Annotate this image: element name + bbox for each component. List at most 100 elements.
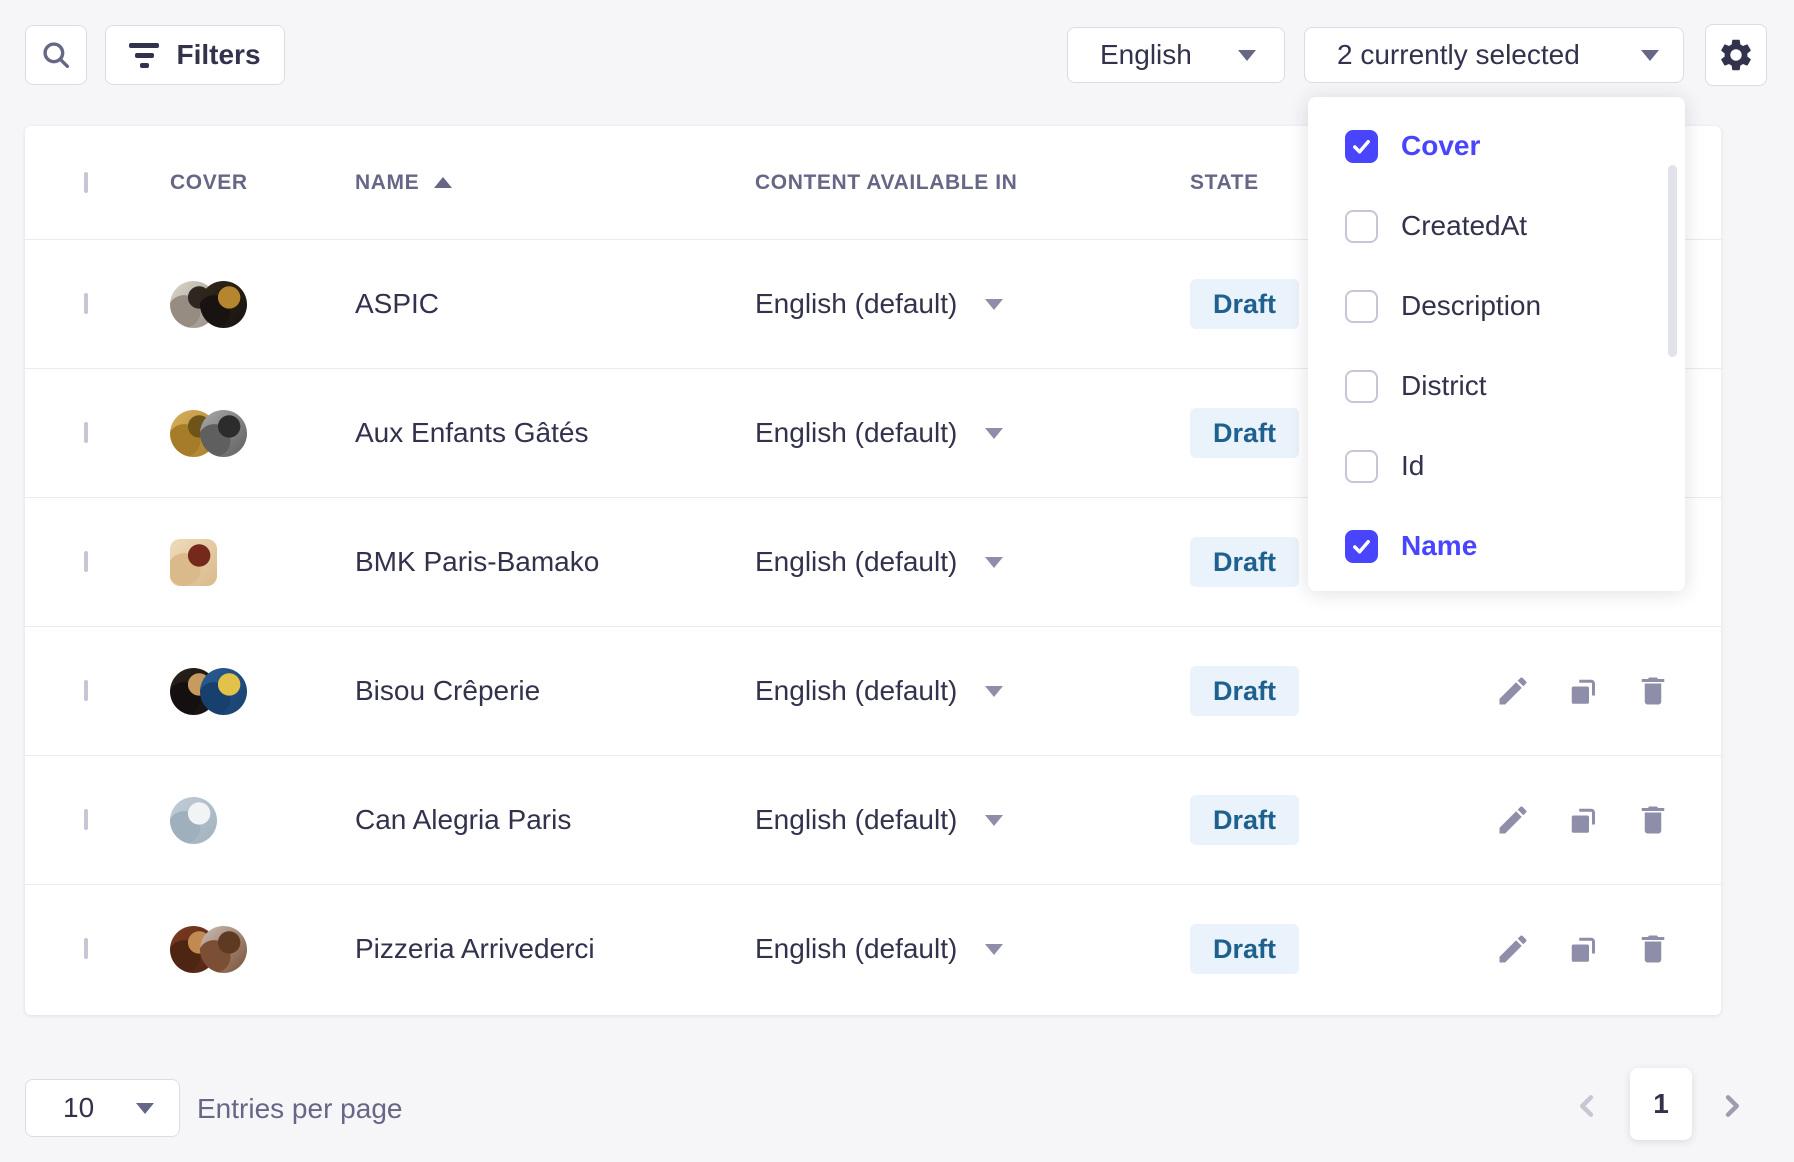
locale-dropdown-value: English (default) (755, 675, 957, 707)
entries-per-page-label: Entries per page (197, 1093, 402, 1125)
duplicate-button[interactable] (1563, 929, 1603, 969)
delete-button[interactable] (1633, 929, 1673, 969)
cover-image (200, 281, 247, 328)
duplicate-button[interactable] (1563, 800, 1603, 840)
trash-icon (1635, 802, 1671, 838)
locale-dropdown[interactable]: English (default) (755, 546, 1190, 578)
search-button[interactable] (25, 25, 87, 85)
settings-button[interactable] (1705, 24, 1767, 86)
state-badge: Draft (1190, 279, 1299, 329)
name-cell: Aux Enfants Gâtés (355, 417, 755, 449)
column-option[interactable]: District (1308, 346, 1685, 426)
cover-cell (170, 539, 355, 586)
filters-button-label: Filters (176, 39, 260, 71)
chevron-down-icon (985, 557, 1003, 568)
gear-icon (1717, 36, 1755, 74)
column-option-label: Cover (1401, 130, 1480, 162)
chevron-down-icon (985, 815, 1003, 826)
locale-dropdown-value: English (default) (755, 417, 957, 449)
column-option-list: Cover CreatedAt Description District (1308, 106, 1685, 586)
table-row: Can Alegria Paris English (default) Draf… (25, 755, 1721, 884)
column-option-label: Id (1401, 450, 1424, 482)
pencil-icon (1495, 931, 1531, 967)
column-option-checkbox[interactable] (1345, 450, 1378, 483)
name-cell: Can Alegria Paris (355, 804, 755, 836)
columns-select-value: 2 currently selected (1337, 39, 1580, 71)
dropdown-scrollbar[interactable] (1668, 165, 1677, 357)
delete-button[interactable] (1633, 671, 1673, 711)
cover-image (200, 926, 247, 973)
locale-dropdown[interactable]: English (default) (755, 804, 1190, 836)
column-selection-dropdown: Cover CreatedAt Description District (1308, 97, 1685, 591)
chevron-down-icon (136, 1103, 154, 1114)
select-all-checkbox[interactable] (84, 172, 88, 193)
page-1-label: 1 (1653, 1088, 1669, 1120)
locale-dropdown[interactable]: English (default) (755, 417, 1190, 449)
name-cell: ASPIC (355, 288, 755, 320)
column-header-name[interactable]: NAME (355, 171, 755, 195)
locale-dropdown-value: English (default) (755, 288, 957, 320)
column-option-checkbox[interactable] (1345, 290, 1378, 323)
column-option[interactable]: Cover (1308, 106, 1685, 186)
state-badge: Draft (1190, 537, 1299, 587)
locale-dropdown[interactable]: English (default) (755, 933, 1190, 965)
state-badge: Draft (1190, 924, 1299, 974)
column-option-checkbox[interactable] (1345, 130, 1378, 163)
locale-dropdown[interactable]: English (default) (755, 675, 1190, 707)
column-option[interactable]: Id (1308, 426, 1685, 506)
state-badge: Draft (1190, 408, 1299, 458)
chevron-down-icon (985, 944, 1003, 955)
chevron-down-icon (985, 299, 1003, 310)
duplicate-button[interactable] (1563, 671, 1603, 711)
page-size-select[interactable]: 10 (25, 1079, 180, 1137)
next-page-button[interactable] (1712, 1086, 1752, 1126)
filter-icon (129, 43, 159, 68)
row-checkbox[interactable] (84, 680, 88, 701)
duplicate-icon (1565, 673, 1601, 709)
delete-button[interactable] (1633, 800, 1673, 840)
row-checkbox[interactable] (84, 551, 88, 572)
column-option-checkbox[interactable] (1345, 210, 1378, 243)
row-checkbox[interactable] (84, 293, 88, 314)
column-option[interactable]: Description (1308, 266, 1685, 346)
column-option-checkbox[interactable] (1345, 530, 1378, 563)
state-badge: Draft (1190, 666, 1299, 716)
row-actions (1460, 671, 1721, 711)
edit-button[interactable] (1493, 929, 1533, 969)
pencil-icon (1495, 673, 1531, 709)
state-badge: Draft (1190, 795, 1299, 845)
cover-image (170, 797, 217, 844)
locale-select[interactable]: English (1067, 27, 1285, 83)
column-option-checkbox[interactable] (1345, 370, 1378, 403)
trash-icon (1635, 931, 1671, 967)
previous-page-button[interactable] (1567, 1086, 1607, 1126)
page-1-button[interactable]: 1 (1630, 1068, 1692, 1140)
search-icon (39, 38, 73, 72)
chevron-right-icon (1713, 1087, 1751, 1125)
column-option[interactable]: CreatedAt (1308, 186, 1685, 266)
edit-button[interactable] (1493, 671, 1533, 711)
cover-cell (170, 281, 355, 328)
row-checkbox[interactable] (84, 938, 88, 959)
edit-button[interactable] (1493, 800, 1533, 840)
locale-dropdown[interactable]: English (default) (755, 288, 1190, 320)
duplicate-icon (1565, 931, 1601, 967)
column-option-label: CreatedAt (1401, 210, 1527, 242)
columns-select[interactable]: 2 currently selected (1304, 27, 1684, 83)
cover-cell (170, 797, 355, 844)
column-option-label: District (1401, 370, 1487, 402)
cover-image (200, 668, 247, 715)
chevron-down-icon (985, 428, 1003, 439)
locale-dropdown-value: English (default) (755, 933, 957, 965)
row-checkbox[interactable] (84, 422, 88, 443)
locale-dropdown-value: English (default) (755, 546, 957, 578)
table-row: Pizzeria Arrivederci English (default) D… (25, 884, 1721, 1013)
chevron-left-icon (1568, 1087, 1606, 1125)
name-cell: Pizzeria Arrivederci (355, 933, 755, 965)
column-option-label: Name (1401, 530, 1477, 562)
filters-button[interactable]: Filters (105, 25, 285, 85)
cover-image (200, 410, 247, 457)
cover-cell (170, 926, 355, 973)
row-checkbox[interactable] (84, 809, 88, 830)
column-option[interactable]: Name (1308, 506, 1685, 586)
